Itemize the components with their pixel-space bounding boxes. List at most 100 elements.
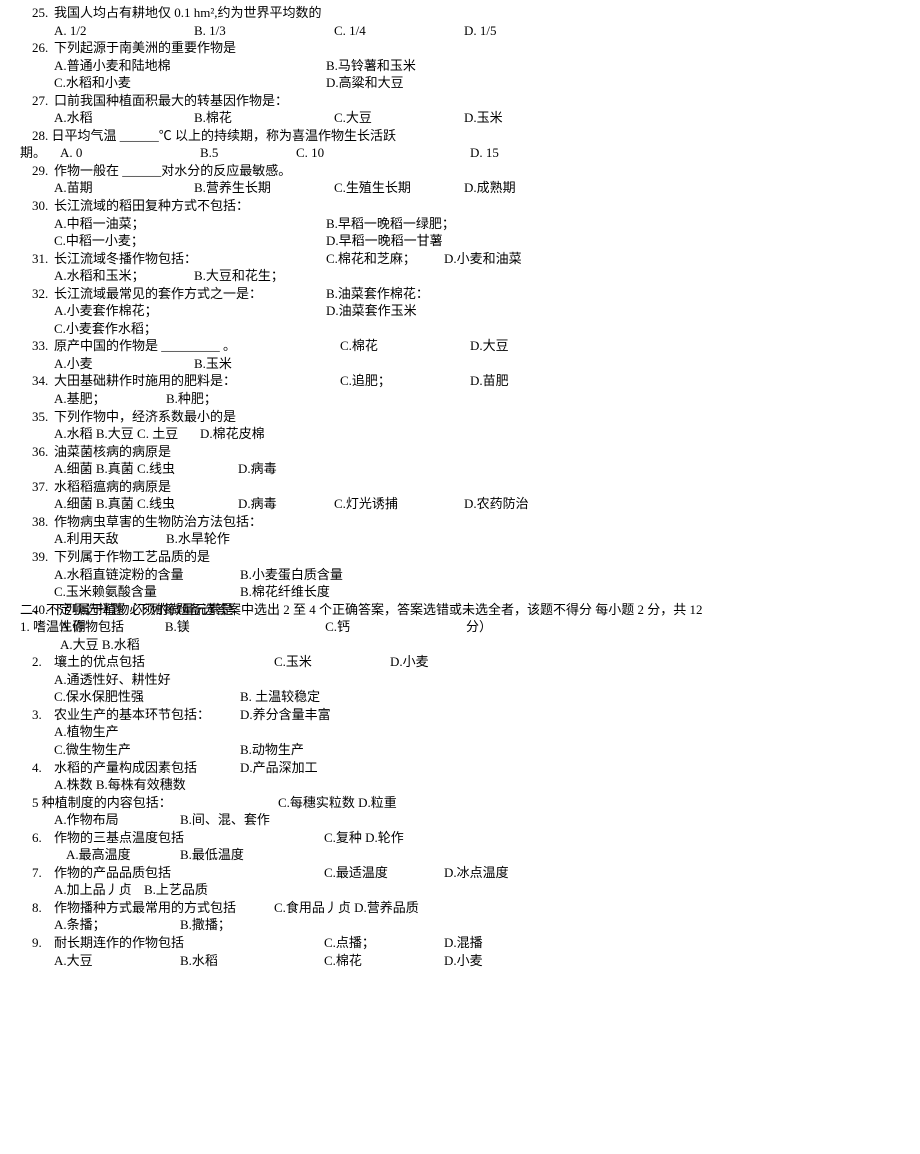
opt-b: B.撒播； [180,916,231,934]
q-opt-row1: A.水稻直链淀粉的含量 B.小麦蛋白质含量 [54,566,920,584]
q-num: 27. [32,92,48,110]
q-stem: 我国人均占有耕地仅 0.1 hm²,约为世界平均数的 [54,4,920,22]
opt-a: A.植物生产 [54,723,920,741]
opt-a: A.加上品丿贞 [54,881,144,899]
opt-c: C.大豆 [334,109,464,127]
q-num: 37. [32,478,48,496]
s2-q4: 4. 水稻的产量构成因素包括 D.产品深加工 A.株数 B.每株有效穗数 [54,759,920,794]
opt-d: D.小麦和油菜 [444,250,522,268]
opt-c: C.小麦套作水稻； [54,320,920,338]
opt-c2: C.灯光诱捕 [334,495,464,513]
opt-d: D.成熟期 [464,179,516,197]
q-num: 39. [32,548,48,566]
q-num: 4. [32,759,42,777]
s2-q6: 6. 作物的三基点温度包括 C.复种 D.轮作 A.最高温度 B.最低温度 [54,829,920,864]
opt-d-prev: D.养分含量丰富 [240,706,331,724]
q-stem: 长江流域最常见的套作方式之一是： [54,285,326,303]
opt-b: B.棉花 [194,109,334,127]
q-stem: 壤土的优点包括 [54,653,274,671]
s2-q1-overlap-c: C.钙 [325,619,350,634]
opt-d: D.小麦 [444,952,483,970]
opt-c: C. 1/4 [334,22,464,40]
opt-b: B.水稻 [180,952,324,970]
q29: 29. 作物一般在 ______对水分的反应最敏感。 A.苗期 B.营养生长期 … [54,162,920,197]
opt-a: A.小麦套作棉花； [54,302,326,320]
q-options: A.水稻和玉米； B.大豆和花生； [54,267,920,285]
opt-abc: A.水稻 B.大豆 C. 土豆 [54,425,200,443]
q-stem-part2: 期。 [20,144,60,162]
opt-a: A.基肥； [54,390,166,408]
opt-c: C.中稻一小麦； [54,232,326,250]
opt-d: D.玉米 [464,109,503,127]
opt-b: B.玉米 [194,355,232,373]
opt-a: A.小麦 [54,355,194,373]
opt-c-prev: C.点播； [324,934,444,952]
q-stem: 口前我国种植面积最大的转基因作物是： [54,92,920,110]
q35: 35. 下列作物中，经济系数最小的是 A.水稻 B.大豆 C. 土豆 D.棉花皮… [54,408,920,443]
q-options: A.细菌 B.真菌 C.线虫 D.病毒 C.灯光诱捕 D.农药防治 [54,495,920,513]
q-stem: 油菜菌核病的病原是 [54,443,920,461]
opt-a: A.利用天敌 [54,530,166,548]
opt-b: B. 1/3 [194,22,334,40]
q-opt-row1: A.小麦套作棉花； D.油菜套作玉米 [54,302,920,320]
s2-q8: 8. 作物播种方式最常用的方式包括 C.食用品丿贞 D.营养品质 A.条播； B… [54,899,920,934]
opt-d: D.苗肥 [470,372,509,390]
s2-q9: 9. 耐长期连作的作物包括 C.点播； D.混播 A.大豆 B.水稻 C.棉花 … [54,934,920,969]
opt-c: C.玉米赖氨酸含量 [54,583,240,601]
opt-abc: A.细菌 B.真菌 C.线虫 [54,460,238,478]
opt-b: B.营养生长期 [194,179,334,197]
opt-d-prev: D.冰点温度 [444,864,509,882]
opt-a: A.大豆 [54,952,180,970]
q-stem: 水稻稻瘟病的病原是 [54,478,920,496]
q34: 34. 大田基础耕作时施用的肥料是： C.追肥； D.苗肥 A.基肥； B.种肥… [54,372,920,407]
opt-c: C.棉花 [324,952,444,970]
opt-a: A.中稻一油菜； [54,215,326,233]
q-stem: 大田基础耕作时施用的肥料是： [54,372,340,390]
opt-c-prev: C.最适温度 [324,864,444,882]
q-options: A.细菌 B.真菌 C.线虫 D.病毒 [54,460,920,478]
opt-d: D.病毒 [238,495,334,513]
q33: 33. 原产中国的作物是 _________ 。 C.棉花 D.大豆 A.小麦 … [54,337,920,372]
opt-c-prev: C.玉米 [274,653,390,671]
opt-c: C. 10 [296,144,470,162]
opt-a: A.水稻 [54,109,194,127]
opt-abc: A.细菌 B.真菌 C.线虫 [54,495,238,513]
opt-d2: D.农药防治 [464,495,529,513]
opt-c: C.棉花 [340,337,470,355]
q-num: 2. [32,653,42,671]
opt-b: B.马铃薯和玉米 [326,57,416,75]
q-opt-row1: A.中稻一油菜； B.早稻一晚稻一绿肥； [54,215,920,233]
opt-b: B.油菜套作棉花： [326,285,429,303]
opt-b: B.动物生产 [240,741,304,759]
q-stem: 长江流域冬播作物包括： [54,250,326,268]
opt-cd-prev: C.每穗实粒数 D.粒重 [278,794,397,812]
opt-d: D.油菜套作玉米 [326,302,417,320]
q-num: 9. [32,934,42,952]
q-stem: 5 种植制度的内容包括： [32,794,278,812]
q-options: A.水稻 B.大豆 C. 土豆 D.棉花皮棉 [54,425,920,443]
q39: 39. 下列属于作物工艺品质的是 A.水稻直链淀粉的含量 B.小麦蛋白质含量 C… [54,548,920,601]
q-stem: 农业生产的基本环节包括： [54,706,240,724]
opt-cd-prev: C.复种 D.轮作 [324,829,404,847]
q-stem: 下列起源于南美洲的重要作物是 [54,39,920,57]
q-options: A.水稻 B.棉花 C.大豆 D.玉米 [54,109,920,127]
opt-ab: A.株数 B.每株有效穗数 [54,776,920,794]
q-stem-part1: 日平均气温 ______℃ 以上的持续期，称为喜温作物生长活跃 [48,128,396,143]
opt-a: A.普通小麦和陆地棉 [54,57,326,75]
opt-b: B.早稻一晚稻一绿肥； [326,215,455,233]
opt-a: A. 1/2 [54,22,194,40]
opt-b: B.小麦蛋白质含量 [240,566,343,584]
q-options: A. 1/2 B. 1/3 C. 1/4 D. 1/5 [54,22,920,40]
q-num: 32. [32,285,48,303]
q-options: A.利用天敌 B.水旱轮作 [54,530,920,548]
opt-a: A.作物布局 [54,811,180,829]
q-stem: 作物一般在 ______对水分的反应最敏感。 [54,162,920,180]
opt-d-prev: D.小麦 [390,653,429,671]
q37: 37. 水稻稻瘟病的病原是 A.细菌 B.真菌 C.线虫 D.病毒 C.灯光诱捕… [54,478,920,513]
q-stem: 长江流域的稻田复种方式不包括： [54,197,920,215]
q-stem: 作物的三基点温度包括 [54,829,324,847]
opt-b: B.种肥； [166,390,217,408]
q-num: 38. [32,513,48,531]
q30: 30. 长江流域的稻田复种方式不包括： A.中稻一油菜； B.早稻一晚稻一绿肥；… [54,197,920,250]
q-stem: 耐长期连作的作物包括 [54,934,324,952]
